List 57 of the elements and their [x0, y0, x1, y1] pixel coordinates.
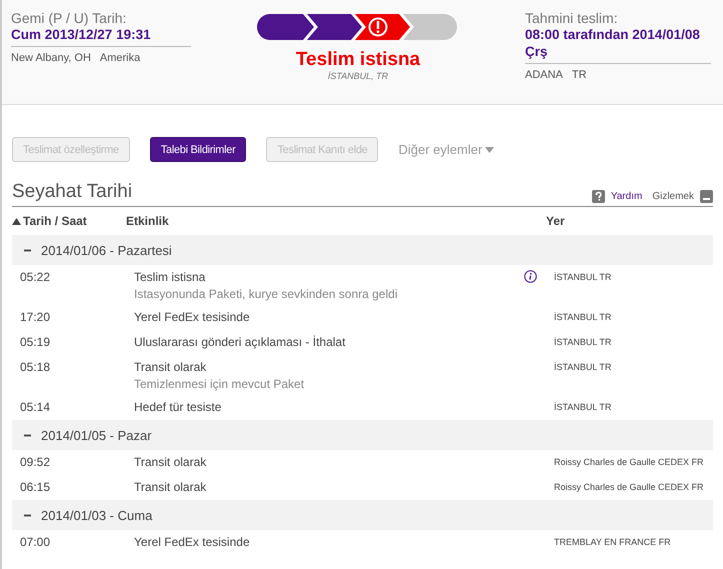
event-activity: Transit olarak: [134, 480, 208, 494]
origin-city: New Albany, OH: [11, 52, 91, 64]
group-date: 2014/01/05 - Pazar: [41, 428, 152, 442]
collapse-icon[interactable]: [700, 190, 713, 203]
event-location: İSTANBUL TR: [554, 271, 612, 284]
group-date: 2014/01/06 - Pazartesi: [41, 242, 172, 258]
origin-country: Amerika: [100, 52, 140, 64]
status-location: İSTANBUL, TR: [328, 71, 388, 81]
date-group-row[interactable]: 2014/01/03 - Cuma: [12, 500, 713, 530]
column-header: Yer: [546, 214, 566, 228]
event-time: 05:14: [20, 400, 52, 416]
event-time: 17:20: [20, 310, 52, 326]
date-group-row[interactable]: 2014/01/06 - Pazartesi: [12, 235, 713, 265]
destination-city: ADANA: [525, 69, 563, 81]
group-date: 2014/01/03 - Cuma: [41, 508, 152, 522]
column-header[interactable]: Tarih / Saat: [23, 214, 87, 228]
event-detail: Temizlenmesi için mevcut Paket: [134, 377, 306, 391]
event-activity: Transit olarak: [134, 455, 208, 469]
caret-icon: [485, 146, 494, 152]
help-link[interactable]: Yardım: [610, 191, 642, 202]
event-time: 07:00: [20, 535, 52, 551]
event-location: İSTANBUL TR: [554, 336, 612, 349]
event-location: İSTANBUL TR: [554, 311, 612, 324]
event-time: 06:15: [20, 480, 52, 496]
event-location: İSTANBUL TR: [554, 361, 612, 374]
event-activity: Uluslararası gönderi açıklaması - İthalat: [134, 335, 346, 349]
event-location: TREMBLAY EN FRANCE FR: [554, 536, 672, 549]
minus-icon[interactable]: [24, 246, 31, 254]
action-button[interactable]: Talebi Bildirimler: [150, 137, 246, 162]
destination-country: TR: [572, 69, 587, 81]
event-activity: Teslim istisna: [134, 270, 206, 284]
delivery-date: 08:00 tarafından 2014/01/08 Çrş: [525, 26, 711, 64]
help-icon[interactable]: [592, 190, 605, 203]
hide-link[interactable]: Gizlemek: [652, 191, 694, 202]
ship-date: Cum 2013/12/27 19:31: [11, 26, 191, 47]
minus-icon[interactable]: [24, 432, 31, 438]
section-title: Seyahat Tarihi: [12, 181, 132, 203]
date-group-row[interactable]: 2014/01/05 - Pazar: [12, 420, 713, 450]
event-activity: Hedef tür tesiste: [134, 400, 222, 414]
ship-date-label: Gemi (P / U) Tarih:: [11, 10, 128, 26]
event-time: 05:18: [20, 360, 52, 376]
event-activity: Yerel FedEx tesisinde: [134, 310, 251, 324]
minus-icon[interactable]: [24, 512, 31, 518]
event-time: 05:19: [20, 335, 52, 351]
event-location: Roissy Charles de Gaulle CEDEX FR: [554, 456, 705, 469]
column-header: Etkinlik: [126, 214, 170, 228]
event-time: 09:52: [20, 455, 52, 471]
event-detail: Istasyonunda Paketi, kurye sevkinden sonra geldi: [134, 287, 398, 301]
shipment-status: Teslim istisna: [296, 49, 420, 71]
delivery-label: Tahmini teslim:: [525, 10, 619, 26]
info-icon[interactable]: [524, 270, 537, 283]
event-time: 05:22: [20, 270, 52, 286]
event-location: İSTANBUL TR: [554, 401, 612, 414]
event-activity: Yerel FedEx tesisinde: [134, 535, 251, 549]
sort-icon[interactable]: [12, 218, 21, 224]
event-activity: Transit olarak: [134, 360, 208, 374]
event-location: Roissy Charles de Gaulle CEDEX FR: [554, 481, 705, 494]
